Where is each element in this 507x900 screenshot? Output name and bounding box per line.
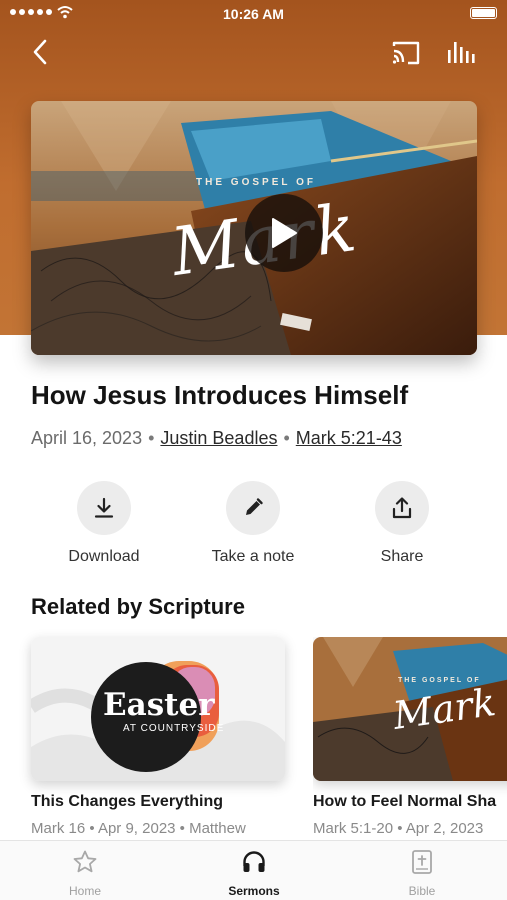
pencil-icon [246,498,263,515]
tab-home[interactable]: Home [25,849,145,898]
related-item-title: This Changes Everything [31,793,224,810]
meta-separator: • [283,428,290,448]
tab-sermons[interactable]: Sermons [194,849,314,898]
share-circle[interactable] [375,481,429,535]
take-note-circle[interactable] [226,481,280,535]
meta-separator: • [148,428,155,448]
share-label: Share [380,548,424,565]
battery-icon [470,7,497,19]
cast-button[interactable] [390,38,422,68]
take-note-button[interactable]: Take a note [178,481,328,566]
related-thumbnail[interactable]: Easter AT COUNTRYSIDE [31,637,285,781]
star-icon [73,850,97,873]
audio-button[interactable] [445,38,477,68]
share-button[interactable]: Share [327,481,477,566]
related-item-meta: Mark 16 • Apr 9, 2023 • Matthew [31,820,246,837]
bible-icon [412,850,432,874]
sermon-date: April 16, 2023 [31,428,143,448]
share-icon [392,497,412,519]
tab-bar: Home Sermons Bible [0,840,507,900]
easter-art-subtitle: AT COUNTRYSIDE [123,723,225,734]
play-button[interactable] [245,194,323,272]
related-item-meta: Mark 5:1-20 • Apr 2, 2023 [313,820,484,837]
cast-icon [392,41,420,65]
speaker-link[interactable]: Justin Beadles [160,428,277,448]
series-subtitle: THE GOSPEL OF [196,177,316,188]
download-circle[interactable] [77,481,131,535]
chevron-left-icon [33,39,47,65]
download-button[interactable]: Download [29,481,179,566]
play-icon [272,218,297,248]
related-item[interactable]: Easter AT COUNTRYSIDE This Changes Every… [31,637,286,837]
back-button[interactable] [26,36,54,68]
related-thumbnail[interactable]: THE GOSPEL OF Mark [313,637,507,781]
related-item[interactable]: THE GOSPEL OF Mark How to Feel Normal Sh… [313,637,507,837]
download-label: Download [68,548,140,565]
scripture-link[interactable]: Mark 5:21-43 [296,428,402,448]
sermon-title: How Jesus Introduces Himself [31,380,409,410]
status-time: 10:26 AM [223,6,284,22]
tab-sermons-label: Sermons [228,884,280,898]
download-icon [94,497,114,518]
audio-bars-icon [448,42,475,63]
easter-art-title: Easter [103,687,215,723]
tab-home-label: Home [68,884,101,898]
headphones-icon [243,851,265,872]
tab-bible-label: Bible [408,884,436,898]
status-bar: 10:26 AM [0,0,507,26]
sermon-meta: April 16, 2023 • Justin Beadles • Mark 5:21-… [31,428,402,449]
related-item-title: How to Feel Normal Sha [313,793,497,810]
sermon-video[interactable]: THE GOSPEL OF Mark [31,101,477,355]
take-note-label: Take a note [211,548,295,565]
tab-bible[interactable]: Bible [362,849,482,898]
related-heading: Related by Scripture [31,594,245,619]
